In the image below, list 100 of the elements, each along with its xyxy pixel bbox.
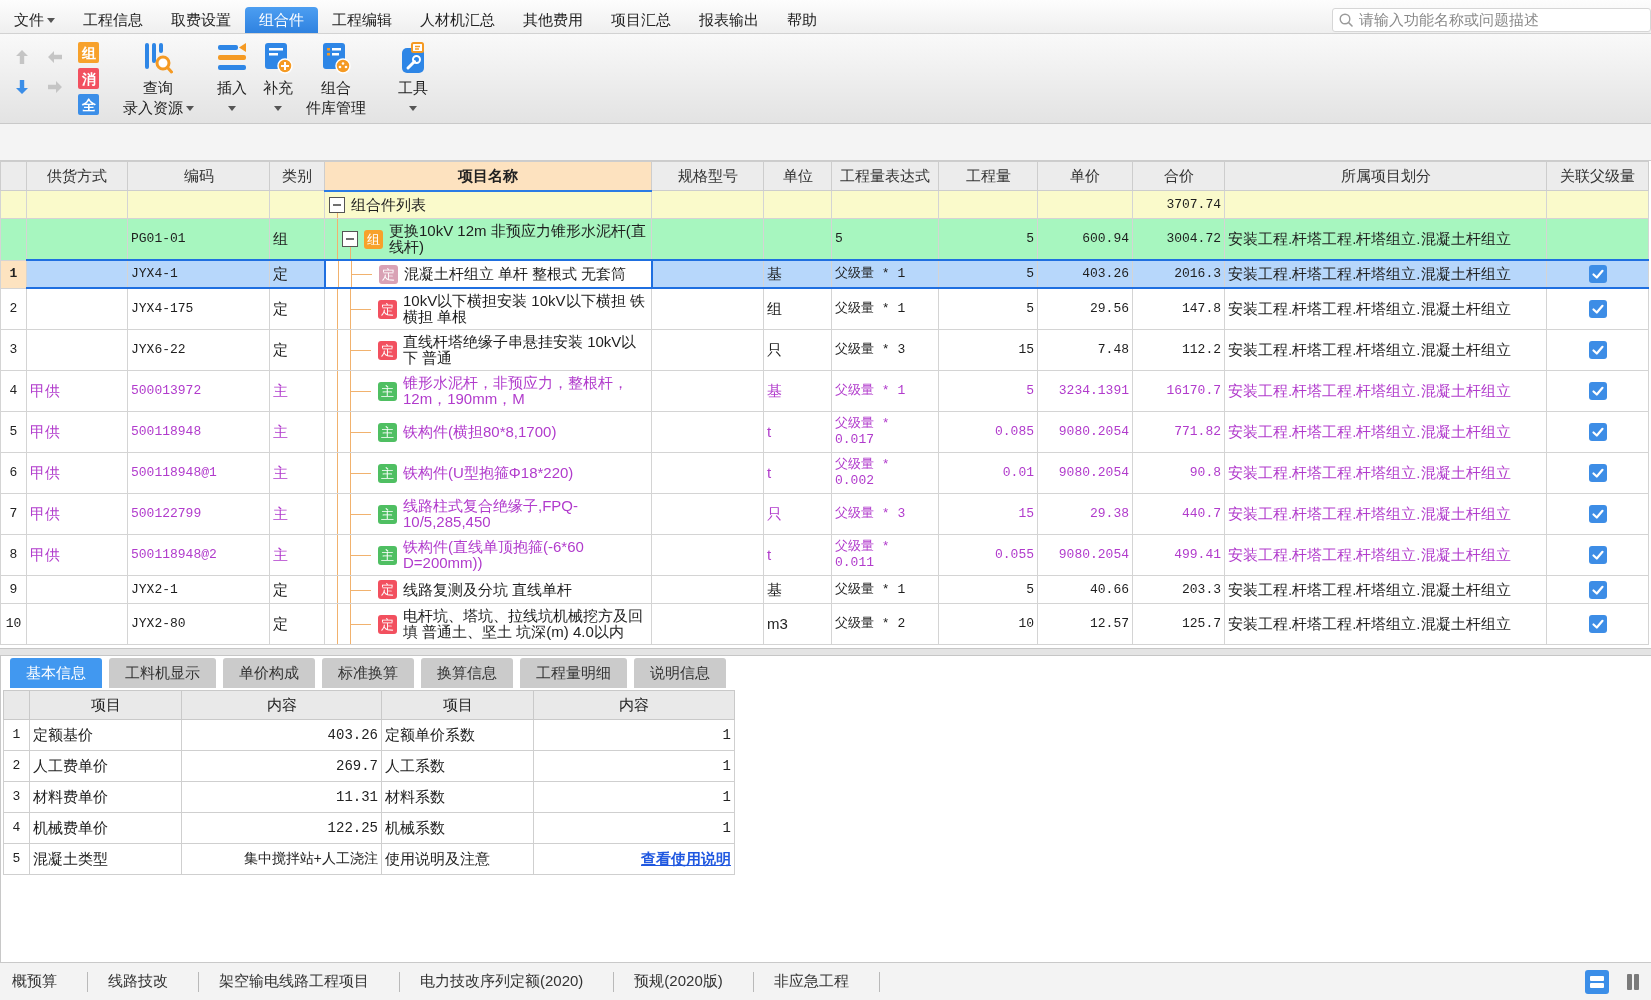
type-badge: 主 bbox=[378, 504, 397, 524]
total-cell: 90.8 bbox=[1132, 452, 1225, 494]
menu-tab[interactable]: 工程信息 bbox=[69, 7, 157, 33]
division-cell: 安装工程.杆塔工程.杆塔组立.混凝土杆组立 bbox=[1224, 411, 1547, 453]
type-badge: 定 bbox=[378, 264, 398, 284]
code-cell: 500118948@1 bbox=[127, 452, 270, 494]
row-number: 5 bbox=[0, 411, 27, 453]
column-header[interactable]: 所属项目划分 bbox=[1224, 161, 1547, 191]
toolbar-button[interactable]: 插入 bbox=[209, 42, 255, 118]
type-cell: 定 bbox=[269, 575, 325, 604]
price-cell: 29.38 bbox=[1037, 493, 1133, 535]
total-cell: 3707.74 bbox=[1132, 190, 1225, 219]
collapse-icon[interactable] bbox=[342, 231, 358, 247]
toolbar-button[interactable]: 工具 bbox=[389, 42, 437, 118]
code-cell: JYX2-1 bbox=[127, 575, 270, 604]
arrow-down-icon[interactable] bbox=[16, 80, 28, 94]
total-cell: 16170.7 bbox=[1132, 370, 1225, 412]
toolbar-button[interactable]: 补充 bbox=[255, 42, 301, 118]
total-cell: 112.2 bbox=[1132, 329, 1225, 371]
table-row[interactable]: 5 甲供 500118948 主 主 铁构件(横担80*8,1700) t 父级量 * 0.017 0.085 9080.2054 771.82 安装工程.杆塔工程.杆塔组立.混凝土杆组立 bbox=[0, 411, 1649, 453]
item-name: 电杆坑、塔坑、拉线坑机械挖方及回填 普通土、坚土 坑深(m) 4.0以内 bbox=[403, 608, 644, 640]
checkbox[interactable] bbox=[1588, 382, 1607, 400]
detail-tab[interactable]: 说明信息 bbox=[634, 658, 726, 688]
checkbox[interactable] bbox=[1588, 580, 1607, 599]
checkbox[interactable] bbox=[1588, 265, 1607, 283]
item-name: 铁构件(横担80*8,1700) bbox=[403, 424, 558, 440]
code-cell: 500122799 bbox=[127, 493, 270, 535]
menu-tab[interactable]: 其他费用 bbox=[509, 7, 597, 33]
checkbox[interactable] bbox=[1588, 464, 1607, 482]
detail-tab[interactable]: 工程量明细 bbox=[520, 658, 627, 688]
menu-tab[interactable]: 文件 bbox=[0, 7, 69, 33]
toolbar-button[interactable]: 查询 录入资源 bbox=[119, 42, 197, 118]
focused-cell[interactable]: 定 混凝土杆组立 单杆 整根式 无套筒 bbox=[324, 260, 652, 288]
rows-layout-icon[interactable] bbox=[1585, 969, 1609, 994]
checkbox[interactable] bbox=[1588, 615, 1607, 633]
division-cell: 安装工程.杆塔工程.杆塔组立.混凝土杆组立 bbox=[1224, 493, 1547, 535]
quantity-cell: 5 bbox=[938, 575, 1038, 604]
column-header[interactable]: 编码 bbox=[127, 161, 270, 191]
unit-cell: 组 bbox=[763, 288, 832, 330]
division-cell: 安装工程.杆塔工程.杆塔组立.混凝土杆组立 bbox=[1224, 575, 1547, 604]
supply-cell: 甲供 bbox=[26, 493, 128, 535]
price-cell: 12.57 bbox=[1037, 603, 1133, 645]
menu-tab[interactable]: 项目汇总 bbox=[597, 7, 685, 33]
type-badge: 主 bbox=[378, 545, 397, 565]
menu-tab[interactable]: 工程编辑 bbox=[318, 7, 406, 33]
division-cell: 安装工程.杆塔工程.杆塔组立.混凝土杆组立 bbox=[1224, 603, 1547, 645]
status-item: 非应急工程 bbox=[772, 971, 850, 992]
column-header[interactable]: 工程量表达式 bbox=[831, 161, 939, 191]
checkbox[interactable] bbox=[1588, 300, 1607, 318]
menu-tab[interactable]: 报表输出 bbox=[685, 7, 773, 33]
search-field[interactable]: 请输入功能名称或问题描述 bbox=[1332, 8, 1651, 32]
column-header[interactable]: 工程量 bbox=[938, 161, 1038, 191]
tree-line bbox=[350, 247, 351, 259]
unit-cell: t bbox=[763, 534, 832, 576]
toolbar-button[interactable]: 组合 件库管理 bbox=[303, 42, 369, 118]
column-header[interactable]: 供货方式 bbox=[26, 161, 128, 191]
item-value: 11.31 bbox=[181, 781, 382, 813]
item-value: 1 bbox=[533, 750, 735, 782]
detail-tab[interactable]: 单价构成 bbox=[223, 658, 315, 688]
item-value: 122.25 bbox=[181, 812, 382, 844]
checkbox[interactable] bbox=[1588, 505, 1607, 523]
detail-tab[interactable]: 标准换算 bbox=[322, 658, 414, 688]
menu-tab[interactable]: 人材机汇总 bbox=[406, 7, 509, 33]
item-name: 锥形水泥杆，非预应力，整根杆，12m，190mm，M bbox=[403, 375, 629, 407]
column-header[interactable]: 类别 bbox=[269, 161, 325, 191]
item-label: 定额基价 bbox=[29, 719, 182, 751]
item-name: 混凝土杆组立 单杆 整根式 无套筒 bbox=[403, 266, 627, 282]
type-badge: 组 bbox=[364, 229, 383, 249]
detail-tab[interactable]: 换算信息 bbox=[421, 658, 513, 688]
row-number: 7 bbox=[0, 493, 27, 535]
column-header[interactable]: 项目名称 bbox=[324, 161, 652, 191]
column-header[interactable]: 合价 bbox=[1132, 161, 1225, 191]
column-header[interactable]: 关联父级量 bbox=[1546, 161, 1649, 191]
division-cell: 安装工程.杆塔工程.杆塔组立.混凝土杆组立 bbox=[1224, 260, 1547, 288]
total-cell: 125.7 bbox=[1132, 603, 1225, 645]
expression-cell: 父级量 * 3 bbox=[831, 329, 939, 371]
menu-tab[interactable]: 取费设置 bbox=[157, 7, 245, 33]
item-label: 机械费单价 bbox=[29, 812, 182, 844]
collapse-icon[interactable] bbox=[329, 196, 345, 213]
total-cell: 499.41 bbox=[1132, 534, 1225, 576]
table-row[interactable]: 6 甲供 500118948@1 主 主 铁构件(U型抱箍Φ18*220) t 父级量 * 0.002 0.01 9080.2054 90.8 安装工程.杆塔工程.杆塔组立.混凝土杆组立 bbox=[0, 452, 1649, 494]
expression-cell: 父级量 * 2 bbox=[831, 603, 939, 645]
column-header[interactable]: 规格型号 bbox=[651, 161, 764, 191]
checkbox[interactable] bbox=[1588, 423, 1607, 441]
column-header[interactable]: 单价 bbox=[1037, 161, 1133, 191]
detail-tab[interactable]: 工料机显示 bbox=[109, 658, 216, 688]
table-row[interactable]: 1 JYX4-1 定 定 混凝土杆组立 单杆 整根式 无套筒 基 父级量 * 1 5 403.26 2016.3 安装工程.杆塔工程.杆塔组立.混凝土杆组立 bbox=[0, 260, 1649, 288]
row-number: 3 bbox=[3, 781, 30, 813]
quantity-cell: 15 bbox=[938, 493, 1038, 535]
menu-tab[interactable]: 帮助 bbox=[773, 7, 831, 33]
item-label: 人工费单价 bbox=[29, 750, 182, 782]
checkbox[interactable] bbox=[1588, 546, 1607, 564]
table-row[interactable]: 组合件列表 3707.74 bbox=[0, 190, 1649, 219]
table-row[interactable]: 9 JYX2-1 定 定 线路复测及分坑 直线单杆 基 父级量 * 1 5 40.66 203.3 安装工程.杆塔工程.杆塔组立.混凝土杆组立 bbox=[0, 575, 1649, 604]
row-number: 1 bbox=[0, 260, 27, 288]
unit-cell: 基 bbox=[763, 370, 832, 412]
supply-cell: 甲供 bbox=[26, 452, 128, 494]
column-header[interactable]: 单位 bbox=[763, 161, 832, 191]
expression-cell: 父级量 * 0.011 bbox=[831, 534, 939, 576]
checkbox[interactable] bbox=[1588, 341, 1607, 359]
